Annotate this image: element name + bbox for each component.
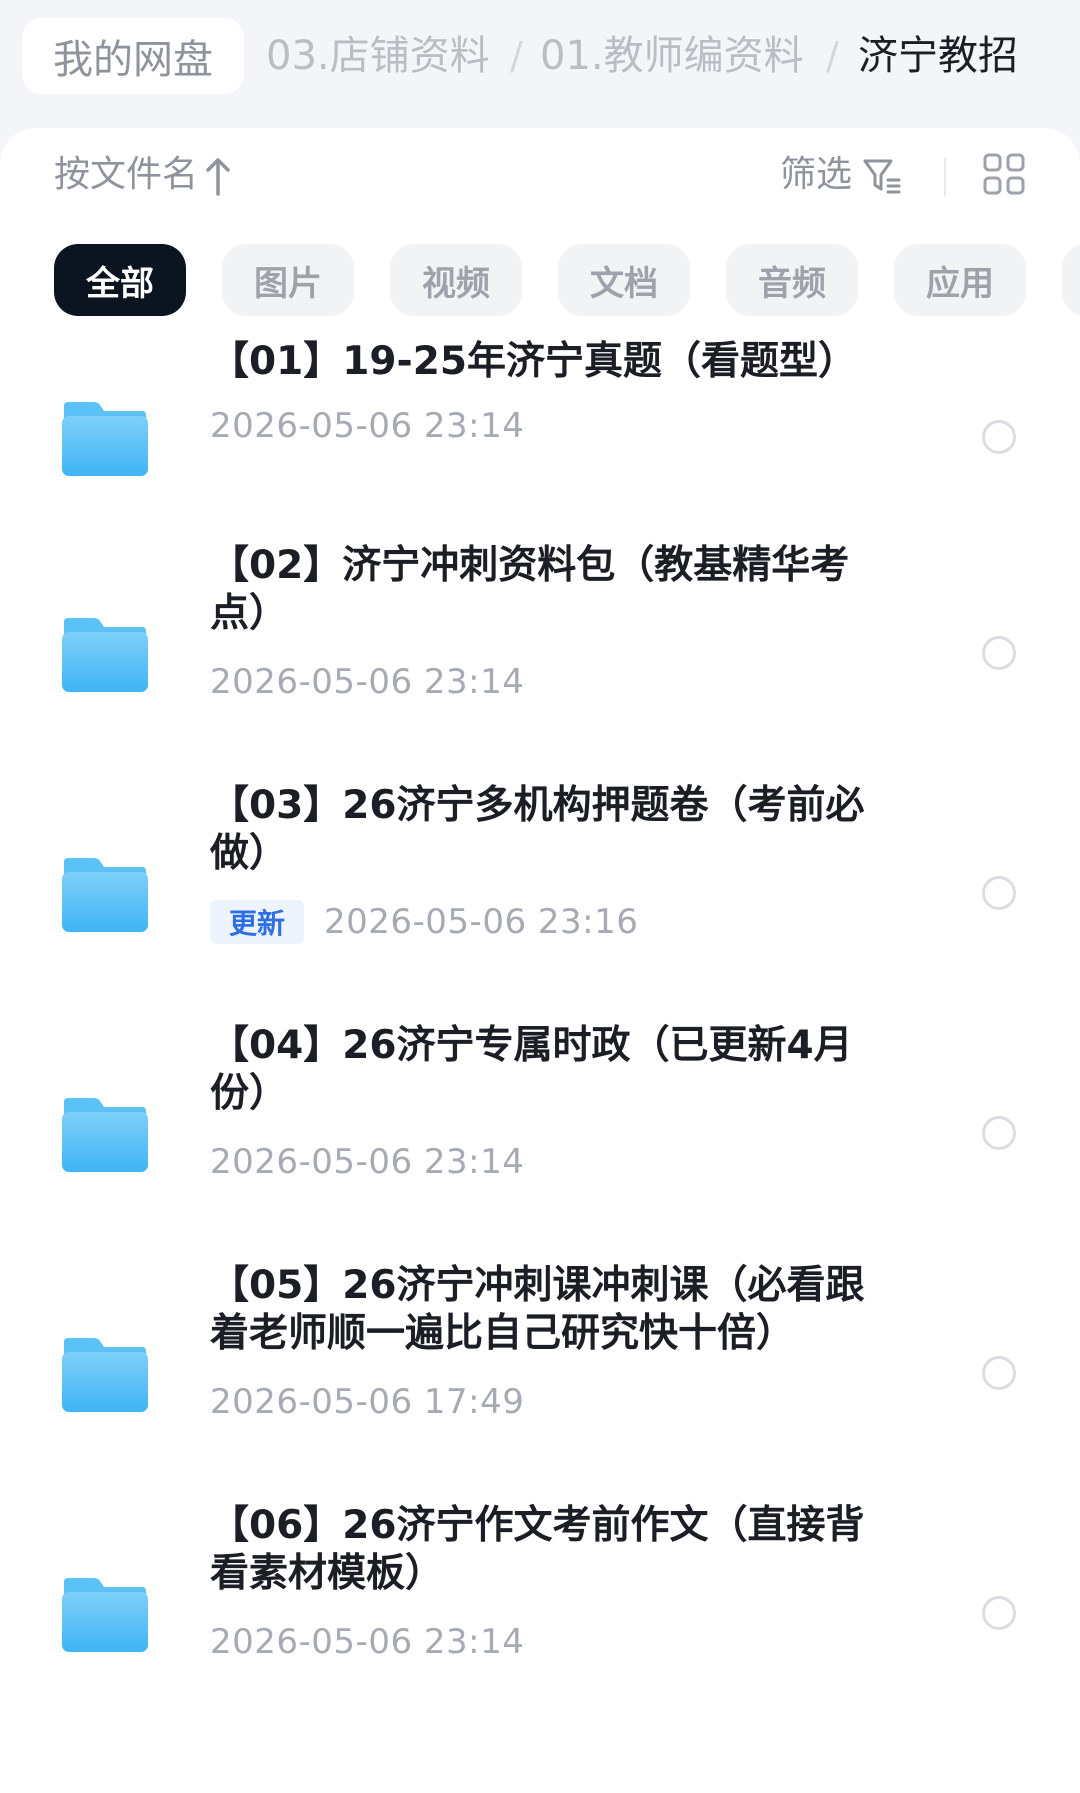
file-date: 2026-05-06 23:14 xyxy=(210,1622,525,1662)
file-title: 【05】26济宁冲刺课冲刺课（必看跟着老师顺一遍比自己研究快十倍） xyxy=(210,1263,865,1356)
file-date: 2026-05-06 23:16 xyxy=(324,902,639,942)
grid-view-icon[interactable] xyxy=(982,152,1026,196)
chip-all[interactable]: 全部 xyxy=(54,244,186,316)
breadcrumb: 我的网盘 03.店铺资料 / 01.教师编资料 / 济宁教招 xyxy=(0,0,1080,120)
chip-audio[interactable]: 音频 xyxy=(726,244,858,316)
file-meta: 2026-05-06 23:14 xyxy=(210,1142,524,1182)
file-row[interactable]: 【03】26济宁多机构押题卷（考前必做） 更新 2026-05-06 23:16 xyxy=(0,778,1080,1018)
select-radio[interactable] xyxy=(982,1596,1016,1630)
breadcrumb-level2[interactable]: 01.教师编资料 xyxy=(540,28,804,84)
folder-icon xyxy=(62,618,148,692)
file-title: 【04】26济宁专属时政（已更新4月份） xyxy=(210,1023,853,1116)
breadcrumb-current: 济宁教招 xyxy=(858,33,1018,79)
file-date: 2026-05-06 23:14 xyxy=(210,1142,525,1182)
file-meta: 2026-05-06 23:14 xyxy=(210,406,524,446)
filter-icon[interactable] xyxy=(862,156,902,196)
filter-button[interactable]: 筛选 xyxy=(780,150,852,200)
chip-documents[interactable]: 文档 xyxy=(558,244,690,316)
breadcrumb-separator: / xyxy=(510,34,523,78)
file-row[interactable]: 【05】26济宁冲刺课冲刺课（必看跟着老师顺一遍比自己研究快十倍） 2026-0… xyxy=(0,1258,1080,1498)
breadcrumb-home[interactable]: 我的网盘 xyxy=(22,18,244,94)
select-radio[interactable] xyxy=(982,636,1016,670)
chip-apps[interactable]: 应用 xyxy=(894,244,1026,316)
select-radio[interactable] xyxy=(982,876,1016,910)
sort-button[interactable]: 按文件名 xyxy=(54,150,198,200)
file-row[interactable]: 【06】26济宁作文考前作文（直接背看素材模板） 2026-05-06 23:1… xyxy=(0,1498,1080,1738)
file-row[interactable]: 【04】26济宁专属时政（已更新4月份） 2026-05-06 23:14 xyxy=(0,1018,1080,1258)
select-radio[interactable] xyxy=(982,420,1016,454)
file-row[interactable]: 【01】19-25年济宁真题（看题型） 2026-05-06 23:14 xyxy=(0,338,1080,558)
file-meta: 2026-05-06 23:14 xyxy=(210,1622,524,1662)
select-radio[interactable] xyxy=(982,1116,1016,1150)
file-row[interactable]: 【02】济宁冲刺资料包（教基精华考点） 2026-05-06 23:14 xyxy=(0,538,1080,778)
file-title: 【02】济宁冲刺资料包（教基精华考点） xyxy=(210,543,850,636)
folder-icon xyxy=(62,858,148,932)
file-meta: 2026-05-06 17:49 xyxy=(210,1382,524,1422)
folder-icon xyxy=(62,1578,148,1652)
select-radio[interactable] xyxy=(982,1356,1016,1390)
toolbar-divider xyxy=(944,158,946,196)
folder-icon xyxy=(62,1098,148,1172)
file-panel: 按文件名 筛选 全部 图片 视频 文档 音频 应用 【01】19-25年济宁真题… xyxy=(0,128,1080,1793)
chip-more[interactable] xyxy=(1062,244,1080,316)
chip-videos[interactable]: 视频 xyxy=(390,244,522,316)
update-badge: 更新 xyxy=(210,900,304,944)
file-meta: 更新 2026-05-06 23:16 xyxy=(210,900,638,944)
file-meta: 2026-05-06 23:14 xyxy=(210,662,524,702)
arrow-up-icon[interactable] xyxy=(204,154,232,198)
chip-images[interactable]: 图片 xyxy=(222,244,354,316)
file-title: 【03】26济宁多机构押题卷（考前必做） xyxy=(210,783,865,876)
type-filter-chips: 全部 图片 视频 文档 音频 应用 xyxy=(0,244,1080,320)
file-date: 2026-05-06 17:49 xyxy=(210,1382,525,1422)
file-title: 【06】26济宁作文考前作文（直接背看素材模板） xyxy=(210,1503,865,1596)
folder-icon xyxy=(62,1338,148,1412)
file-title: 【01】19-25年济宁真题（看题型） xyxy=(210,339,858,384)
file-date: 2026-05-06 23:14 xyxy=(210,406,525,446)
breadcrumb-separator: / xyxy=(826,34,839,78)
toolbar: 按文件名 筛选 xyxy=(0,128,1080,224)
file-date: 2026-05-06 23:14 xyxy=(210,662,525,702)
breadcrumb-level1[interactable]: 03.店铺资料 xyxy=(266,28,490,84)
folder-icon xyxy=(62,402,148,476)
